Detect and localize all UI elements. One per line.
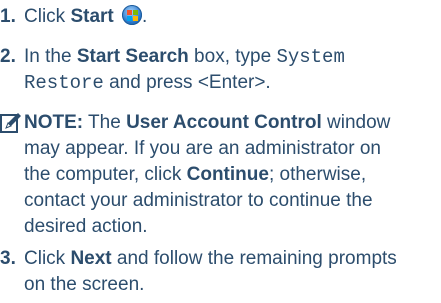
start-search-label: Start Search bbox=[76, 46, 189, 67]
start-label: Start bbox=[70, 6, 114, 27]
note-text: NOTE: The User Account Control window ma… bbox=[24, 110, 441, 240]
windows-start-icon bbox=[122, 5, 143, 25]
command-text-2: Restore bbox=[24, 72, 104, 94]
step-3-line: on the screen. bbox=[24, 274, 145, 295]
continue-label: Continue bbox=[186, 164, 269, 185]
step-3-text: Click Next and follow the remaining prom… bbox=[24, 246, 441, 298]
note-line: desired action. bbox=[24, 216, 148, 237]
next-label: Next bbox=[70, 248, 112, 269]
note-line: may appear. If you are an administrator … bbox=[24, 138, 381, 159]
step-2-text: In the Start Search box, type System Res… bbox=[24, 46, 345, 94]
note-line: contact your administrator to continue t… bbox=[24, 190, 373, 211]
note-label: NOTE: bbox=[24, 112, 84, 133]
step-1-text: Click Start . bbox=[24, 5, 148, 27]
uac-label: User Account Control bbox=[126, 112, 322, 133]
pencil-note-icon bbox=[0, 113, 21, 133]
step-number: 3. bbox=[0, 248, 16, 269]
step-number: 1. bbox=[0, 6, 16, 27]
command-text-1: System bbox=[276, 46, 345, 68]
step-number: 2. bbox=[0, 46, 16, 67]
